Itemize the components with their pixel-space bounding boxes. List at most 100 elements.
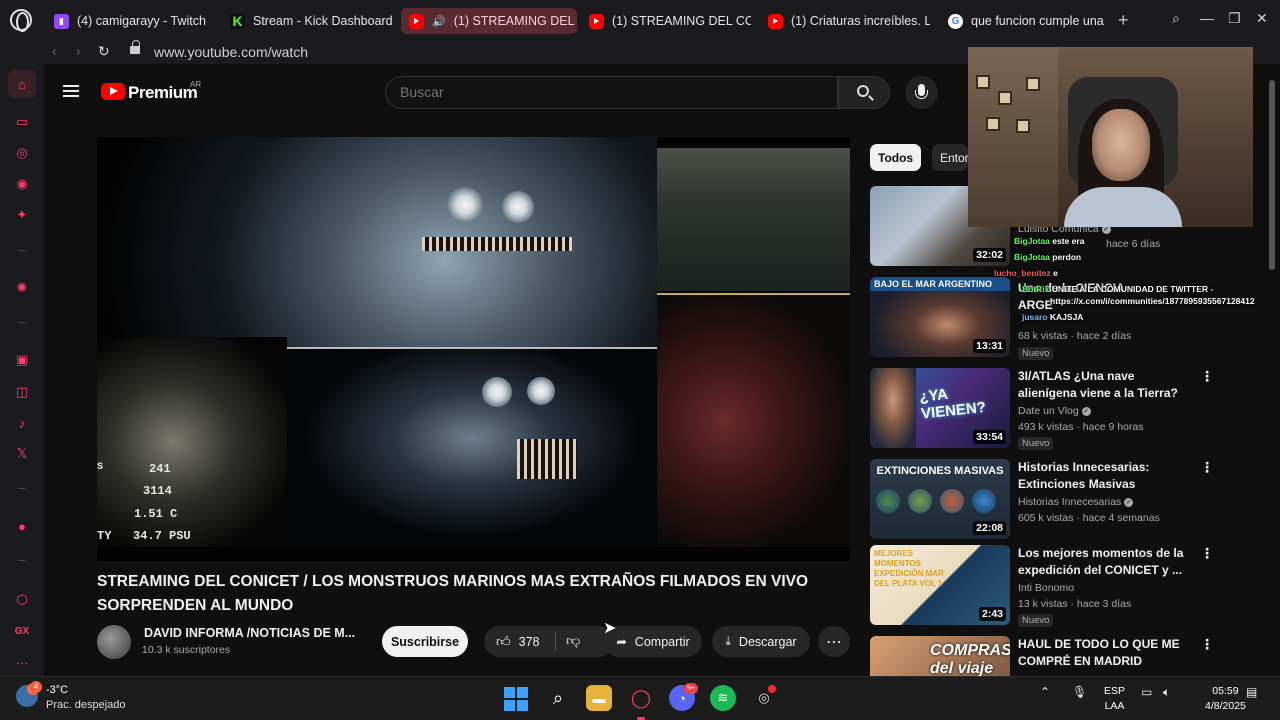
search-icon bbox=[857, 85, 869, 97]
twitch-sidebar-icon[interactable]: ▣ bbox=[12, 350, 32, 370]
kick-icon: K bbox=[230, 13, 245, 29]
subscribe-button[interactable]: Suscribirse bbox=[382, 626, 468, 657]
reload-icon[interactable]: ↻ bbox=[98, 43, 110, 60]
clock[interactable]: 05:59 4/8/2025 bbox=[1205, 684, 1246, 714]
like-icon[interactable]: 👍︎ bbox=[496, 633, 511, 650]
video-player[interactable]: S 241 3114 1.51 C TY 34.7 PSU bbox=[97, 137, 850, 561]
rec-title[interactable]: 3I/ATLAS ¿Una nave alienígena viene a la… bbox=[1018, 368, 1188, 402]
search-tabs-icon[interactable]: ⌕ bbox=[1172, 10, 1180, 27]
rec-meta: 605 k vistas · hace 4 semanas bbox=[1018, 512, 1160, 524]
url-field[interactable]: www.youtube.com/watch bbox=[154, 44, 308, 60]
notifications-icon[interactable]: ▤ bbox=[1246, 685, 1257, 699]
search-button[interactable] bbox=[838, 76, 890, 109]
new-tab-icon[interactable]: + bbox=[1118, 10, 1129, 31]
tab-kick[interactable]: K Stream - Kick Dashboard bbox=[222, 8, 394, 34]
voice-search-button[interactable] bbox=[905, 76, 938, 109]
video-title: STREAMING DEL CONICET / LOS MONSTRUOS MA… bbox=[97, 573, 809, 614]
rec-meta: hace 6 días bbox=[1106, 238, 1161, 250]
kebab-menu-icon[interactable]: ⋮ bbox=[1200, 636, 1214, 653]
search-input[interactable] bbox=[400, 84, 820, 100]
chip-all[interactable]: Todos bbox=[870, 144, 922, 171]
channel-name[interactable]: DAVID INFORMA /NOTICIAS DE M... bbox=[144, 626, 364, 640]
speaker-icon[interactable]: 🔊 bbox=[432, 15, 446, 28]
more-icon[interactable]: ··· bbox=[12, 652, 32, 672]
tab-label: (1) Criaturas increíbles. L bbox=[791, 14, 930, 28]
rec-title[interactable]: Historias Innecesarias: Extinciones Masi… bbox=[1018, 459, 1188, 493]
video-thumbnail[interactable]: MEJORES MOMENTOS EXPEDICIÓN MAR DEL PLAT… bbox=[870, 545, 1010, 625]
language-indicator[interactable]: ESP LAA bbox=[1104, 684, 1125, 714]
rec-channel[interactable]: Inti Bonomo bbox=[1018, 582, 1074, 594]
kebab-menu-icon[interactable]: ⋮ bbox=[1200, 368, 1214, 385]
video-thumbnail[interactable]: EXTINCIONES MASIVAS 22:08 bbox=[870, 459, 1010, 539]
tab-youtube-2[interactable]: (1) STREAMING DEL CON bbox=[581, 8, 751, 34]
lock-icon[interactable] bbox=[130, 40, 140, 54]
opera-gx-icon[interactable]: ◯ bbox=[628, 685, 654, 711]
ai-icon[interactable]: ◎ bbox=[12, 143, 32, 163]
video-thumbnail[interactable]: ¿YA VIENEN? 33:54 bbox=[870, 368, 1010, 448]
network-icon[interactable]: ▭ bbox=[1141, 685, 1152, 699]
youtube-logo-text[interactable]: Premium bbox=[128, 83, 198, 103]
x-icon[interactable]: 𝕏 bbox=[12, 444, 32, 464]
notification-badge: 4 bbox=[30, 681, 42, 693]
video-thumbnail[interactable]: COMPRAS del viaje bbox=[870, 636, 1010, 676]
tab-youtube-3[interactable]: (1) Criaturas increíbles. L bbox=[760, 8, 930, 34]
share-button[interactable]: ➦ Compartir bbox=[604, 626, 702, 657]
rec-channel[interactable]: Date un Vlog ✓ bbox=[1018, 405, 1091, 417]
chatgpt-icon[interactable]: ✺ bbox=[12, 278, 32, 298]
subscriber-count: 10.3 k suscriptores bbox=[142, 644, 231, 656]
chip-related[interactable]: Entor bbox=[932, 144, 968, 171]
vpn-icon[interactable]: ⬡ bbox=[12, 590, 32, 610]
search-taskbar-icon[interactable]: ⌕ bbox=[545, 685, 571, 711]
osd-text: TY 34.7 PSU bbox=[97, 529, 191, 543]
download-button[interactable]: ⤓ Descargar bbox=[712, 626, 810, 657]
video-frame-coral bbox=[657, 293, 850, 547]
rec-meta: 493 k vistas · hace 9 horas bbox=[1018, 421, 1144, 433]
file-explorer-icon[interactable]: ▬ bbox=[586, 685, 612, 711]
creature-eye bbox=[447, 187, 483, 223]
close-icon[interactable]: ✕ bbox=[1256, 10, 1268, 27]
rec-title[interactable]: HAUL DE TODO LO QUE ME COMPRÉ EN MADRID bbox=[1018, 636, 1188, 670]
like-count[interactable]: 378 bbox=[519, 635, 540, 649]
video-duration: 2:43 bbox=[978, 607, 1006, 621]
osd-text: S bbox=[97, 462, 104, 473]
streamer-face bbox=[1092, 109, 1150, 181]
tab-youtube-active[interactable]: 🔊 (1) STREAMING DEL C bbox=[401, 8, 577, 34]
tab-twitch[interactable]: ▮ (4) camigarayy - Twitch bbox=[46, 8, 216, 34]
video-thumbnail[interactable]: BAJO EL MAR ARGENTINO 13:31 bbox=[870, 277, 1010, 357]
channel-avatar[interactable] bbox=[97, 625, 131, 659]
more-actions-button[interactable]: ⋯ bbox=[818, 626, 850, 657]
youtube-logo-icon[interactable] bbox=[101, 83, 125, 100]
scrollbar[interactable] bbox=[1269, 80, 1275, 270]
search-box[interactable] bbox=[385, 76, 838, 109]
dislike-icon[interactable]: 👎︎ bbox=[566, 632, 580, 649]
kebab-menu-icon[interactable]: ⋮ bbox=[1200, 545, 1214, 562]
gx-icon[interactable]: GX bbox=[12, 621, 32, 641]
weather-description[interactable]: Prac. despejado bbox=[46, 699, 126, 711]
instagram-icon[interactable]: ◫ bbox=[12, 382, 32, 402]
spotify-icon[interactable]: ≋ bbox=[710, 685, 736, 711]
record-icon[interactable]: ● bbox=[12, 516, 32, 536]
kebab-menu-icon[interactable]: ⋮ bbox=[1200, 459, 1214, 476]
maximize-icon[interactable]: ❐ bbox=[1228, 10, 1241, 27]
minimize-icon[interactable]: — bbox=[1200, 10, 1214, 26]
windows-start-icon[interactable] bbox=[504, 687, 528, 711]
creature-eye bbox=[502, 191, 534, 223]
home-icon[interactable]: ⌂ bbox=[8, 70, 36, 98]
forward-icon[interactable]: › bbox=[76, 43, 81, 59]
back-icon[interactable]: ‹ bbox=[52, 43, 57, 59]
rec-title[interactable]: Los mejores momentos de la expedición de… bbox=[1018, 545, 1188, 579]
volume-icon[interactable]: 🔈︎ bbox=[1163, 685, 1170, 700]
messenger-icon[interactable]: ◉ bbox=[12, 174, 32, 194]
tab-label: Stream - Kick Dashboard bbox=[253, 14, 393, 28]
gamepad-icon[interactable]: ▭ bbox=[12, 112, 32, 132]
extension-icon[interactable]: ✦ bbox=[12, 205, 32, 225]
rec-channel[interactable]: Historias Innecesarias ✓ bbox=[1018, 496, 1134, 508]
tray-chevron-icon[interactable]: ⌃ bbox=[1040, 685, 1050, 699]
menu-icon[interactable] bbox=[63, 85, 79, 97]
weather-temperature[interactable]: -3°C bbox=[46, 684, 68, 696]
recommendation-item[interactable]: COMPRAS del viaje HAUL DE TODO LO QUE ME… bbox=[870, 636, 1220, 676]
tab-google[interactable]: G que funcion cumple una bbox=[940, 8, 1110, 34]
opera-logo-icon[interactable] bbox=[10, 9, 32, 32]
microphone-tray-icon[interactable]: 🎙︎ bbox=[1072, 685, 1087, 699]
tiktok-icon[interactable]: ♪ bbox=[12, 413, 32, 433]
